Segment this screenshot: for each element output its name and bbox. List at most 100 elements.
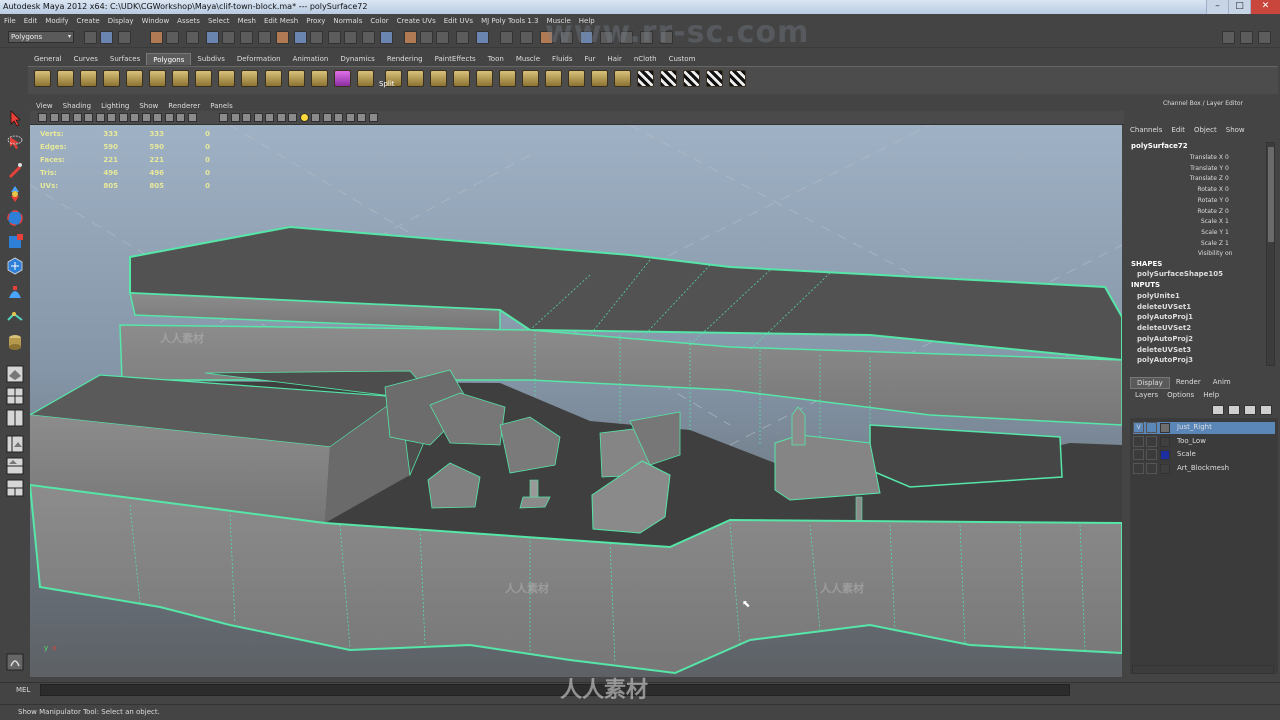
- viewport-toolbar-icon[interactable]: [176, 113, 185, 122]
- menu-create[interactable]: Create: [76, 17, 99, 25]
- single-view-layout-icon[interactable]: [5, 364, 25, 384]
- layer-row[interactable]: Scale: [1133, 449, 1275, 461]
- new-layer-icon[interactable]: [1228, 405, 1240, 415]
- shelf-tab-muscle[interactable]: Muscle: [510, 53, 546, 65]
- status-line-tool-icon[interactable]: [520, 31, 533, 44]
- shelf-tab-curves[interactable]: Curves: [68, 53, 104, 65]
- status-line-tool-icon[interactable]: [166, 31, 179, 44]
- panel-menu-show[interactable]: Show: [139, 102, 158, 110]
- layer-playback-toggle[interactable]: [1146, 462, 1157, 474]
- status-line-tool-icon[interactable]: [436, 31, 449, 44]
- new-layer-icon[interactable]: [1244, 405, 1256, 415]
- status-line-tool-icon[interactable]: [344, 31, 357, 44]
- viewport-toolbar-icon[interactable]: [334, 113, 343, 122]
- viewport-toolbar-icon[interactable]: [49, 113, 59, 122]
- poly-primitive-icon[interactable]: [149, 70, 166, 87]
- viewport-toolbar-icon[interactable]: [118, 113, 128, 122]
- poly-primitive-icon[interactable]: [126, 70, 143, 87]
- poly-primitive-icon[interactable]: [568, 70, 585, 87]
- poly-primitive-icon[interactable]: [476, 70, 493, 87]
- viewport-toolbar-icon[interactable]: [84, 113, 93, 122]
- two-view-layout-icon[interactable]: [5, 408, 25, 428]
- layer-color-swatch[interactable]: [1160, 463, 1170, 474]
- input-node[interactable]: deleteUVSet3: [1137, 346, 1191, 354]
- layer-tab-anim[interactable]: Anim: [1207, 377, 1237, 389]
- viewport-toolbar-icon[interactable]: [61, 113, 70, 122]
- cb-menu-channels[interactable]: Channels: [1130, 126, 1162, 138]
- shelf-tab-rendering[interactable]: Rendering: [381, 53, 429, 65]
- poly-primitive-icon[interactable]: [660, 70, 677, 87]
- viewport-toolbar-icon[interactable]: [230, 113, 240, 122]
- menu-edit-uvs[interactable]: Edit UVs: [444, 17, 473, 25]
- panel-menu-lighting[interactable]: Lighting: [101, 102, 129, 110]
- status-line-tool-icon[interactable]: [500, 31, 513, 44]
- input-node[interactable]: deleteUVSet2: [1137, 324, 1191, 332]
- status-line-tool-icon[interactable]: [404, 31, 417, 44]
- poly-primitive-icon[interactable]: [522, 70, 539, 87]
- viewport-toolbar-icon[interactable]: [153, 113, 162, 122]
- poly-primitive-icon[interactable]: [57, 70, 74, 87]
- layer-visibility-toggle[interactable]: [1133, 435, 1144, 447]
- shelf-tab-general[interactable]: General: [28, 53, 68, 65]
- paint-select-tool-icon[interactable]: [5, 160, 25, 180]
- poly-primitive-icon[interactable]: [407, 70, 424, 87]
- channel-attribute-row[interactable]: Scale X1: [1131, 218, 1263, 228]
- menu-display[interactable]: Display: [108, 17, 134, 25]
- layer-row[interactable]: Art_Blockmesh: [1133, 462, 1275, 475]
- viewport-toolbar-icon[interactable]: [130, 113, 139, 122]
- status-line-tool-icon[interactable]: [206, 31, 219, 44]
- poly-primitive-icon[interactable]: [288, 70, 305, 87]
- menu-mj-poly-tools[interactable]: MJ Poly Tools 1.3: [481, 17, 539, 25]
- new-layer-icon[interactable]: [1212, 405, 1224, 415]
- menu-mesh[interactable]: Mesh: [238, 17, 256, 25]
- status-line-tool-icon[interactable]: [150, 31, 163, 44]
- poly-primitive-icon[interactable]: [614, 70, 631, 87]
- channel-attribute-row[interactable]: Translate X0: [1131, 154, 1263, 164]
- menu-assets[interactable]: Assets: [177, 17, 200, 25]
- menu-file[interactable]: File: [4, 17, 16, 25]
- viewport-toolbar-icon[interactable]: [288, 113, 297, 122]
- viewport-toolbar-icon[interactable]: [164, 113, 174, 122]
- layer-playback-toggle[interactable]: [1146, 435, 1157, 447]
- layer-row[interactable]: V Just_Right: [1133, 422, 1275, 434]
- attribute-value[interactable]: 1: [1225, 218, 1229, 225]
- shelf-tab-custom[interactable]: Custom: [663, 53, 702, 65]
- hypershade-layout-icon[interactable]: [5, 478, 25, 498]
- status-line-tool-icon[interactable]: [222, 31, 235, 44]
- menu-edit-mesh[interactable]: Edit Mesh: [264, 17, 298, 25]
- status-line-tool-icon[interactable]: [118, 31, 131, 44]
- persp-outliner-layout-icon[interactable]: [5, 434, 25, 454]
- panel-menu-renderer[interactable]: Renderer: [168, 102, 200, 110]
- input-node[interactable]: polyAutoProj2: [1137, 335, 1193, 343]
- poly-primitive-icon[interactable]: [637, 70, 654, 87]
- panel-menu-panels[interactable]: Panels: [210, 102, 233, 110]
- layer-menu-layers[interactable]: Layers: [1135, 391, 1158, 399]
- new-layer-icon[interactable]: [1260, 405, 1272, 415]
- poly-primitive-icon[interactable]: [591, 70, 608, 87]
- input-node[interactable]: polyAutoProj1: [1137, 313, 1193, 321]
- selected-object-name[interactable]: polySurface72: [1131, 142, 1188, 150]
- shelf-tab-fluids[interactable]: Fluids: [546, 53, 578, 65]
- status-line-tool-icon[interactable]: [328, 31, 341, 44]
- viewport-toolbar-icon[interactable]: [265, 113, 274, 122]
- layer-horizontal-scrollbar[interactable]: [1132, 665, 1274, 674]
- status-line-tool-icon[interactable]: [240, 31, 253, 44]
- status-line-tool-icon[interactable]: [310, 31, 323, 44]
- menu-create-uvs[interactable]: Create UVs: [397, 17, 436, 25]
- poly-primitive-icon[interactable]: [265, 70, 282, 87]
- poly-primitive-icon[interactable]: [311, 70, 328, 87]
- poly-primitive-icon[interactable]: [334, 70, 351, 87]
- command-input[interactable]: [40, 684, 1070, 696]
- viewport-toolbar-icon[interactable]: [253, 113, 263, 122]
- layer-name[interactable]: Scale: [1177, 450, 1196, 458]
- cb-menu-edit[interactable]: Edit: [1171, 126, 1185, 138]
- show-manipulator-icon[interactable]: [5, 306, 25, 326]
- lasso-tool-icon[interactable]: [5, 133, 25, 153]
- attribute-value[interactable]: 1: [1225, 229, 1229, 236]
- layer-tab-render[interactable]: Render: [1170, 377, 1207, 389]
- layer-row[interactable]: Too_Low: [1133, 435, 1275, 448]
- status-line-tool-icon[interactable]: [380, 31, 393, 44]
- move-tool-icon[interactable]: [5, 184, 25, 204]
- channel-attribute-row[interactable]: Rotate Y0: [1131, 197, 1263, 207]
- attribute-value[interactable]: 0: [1225, 165, 1229, 172]
